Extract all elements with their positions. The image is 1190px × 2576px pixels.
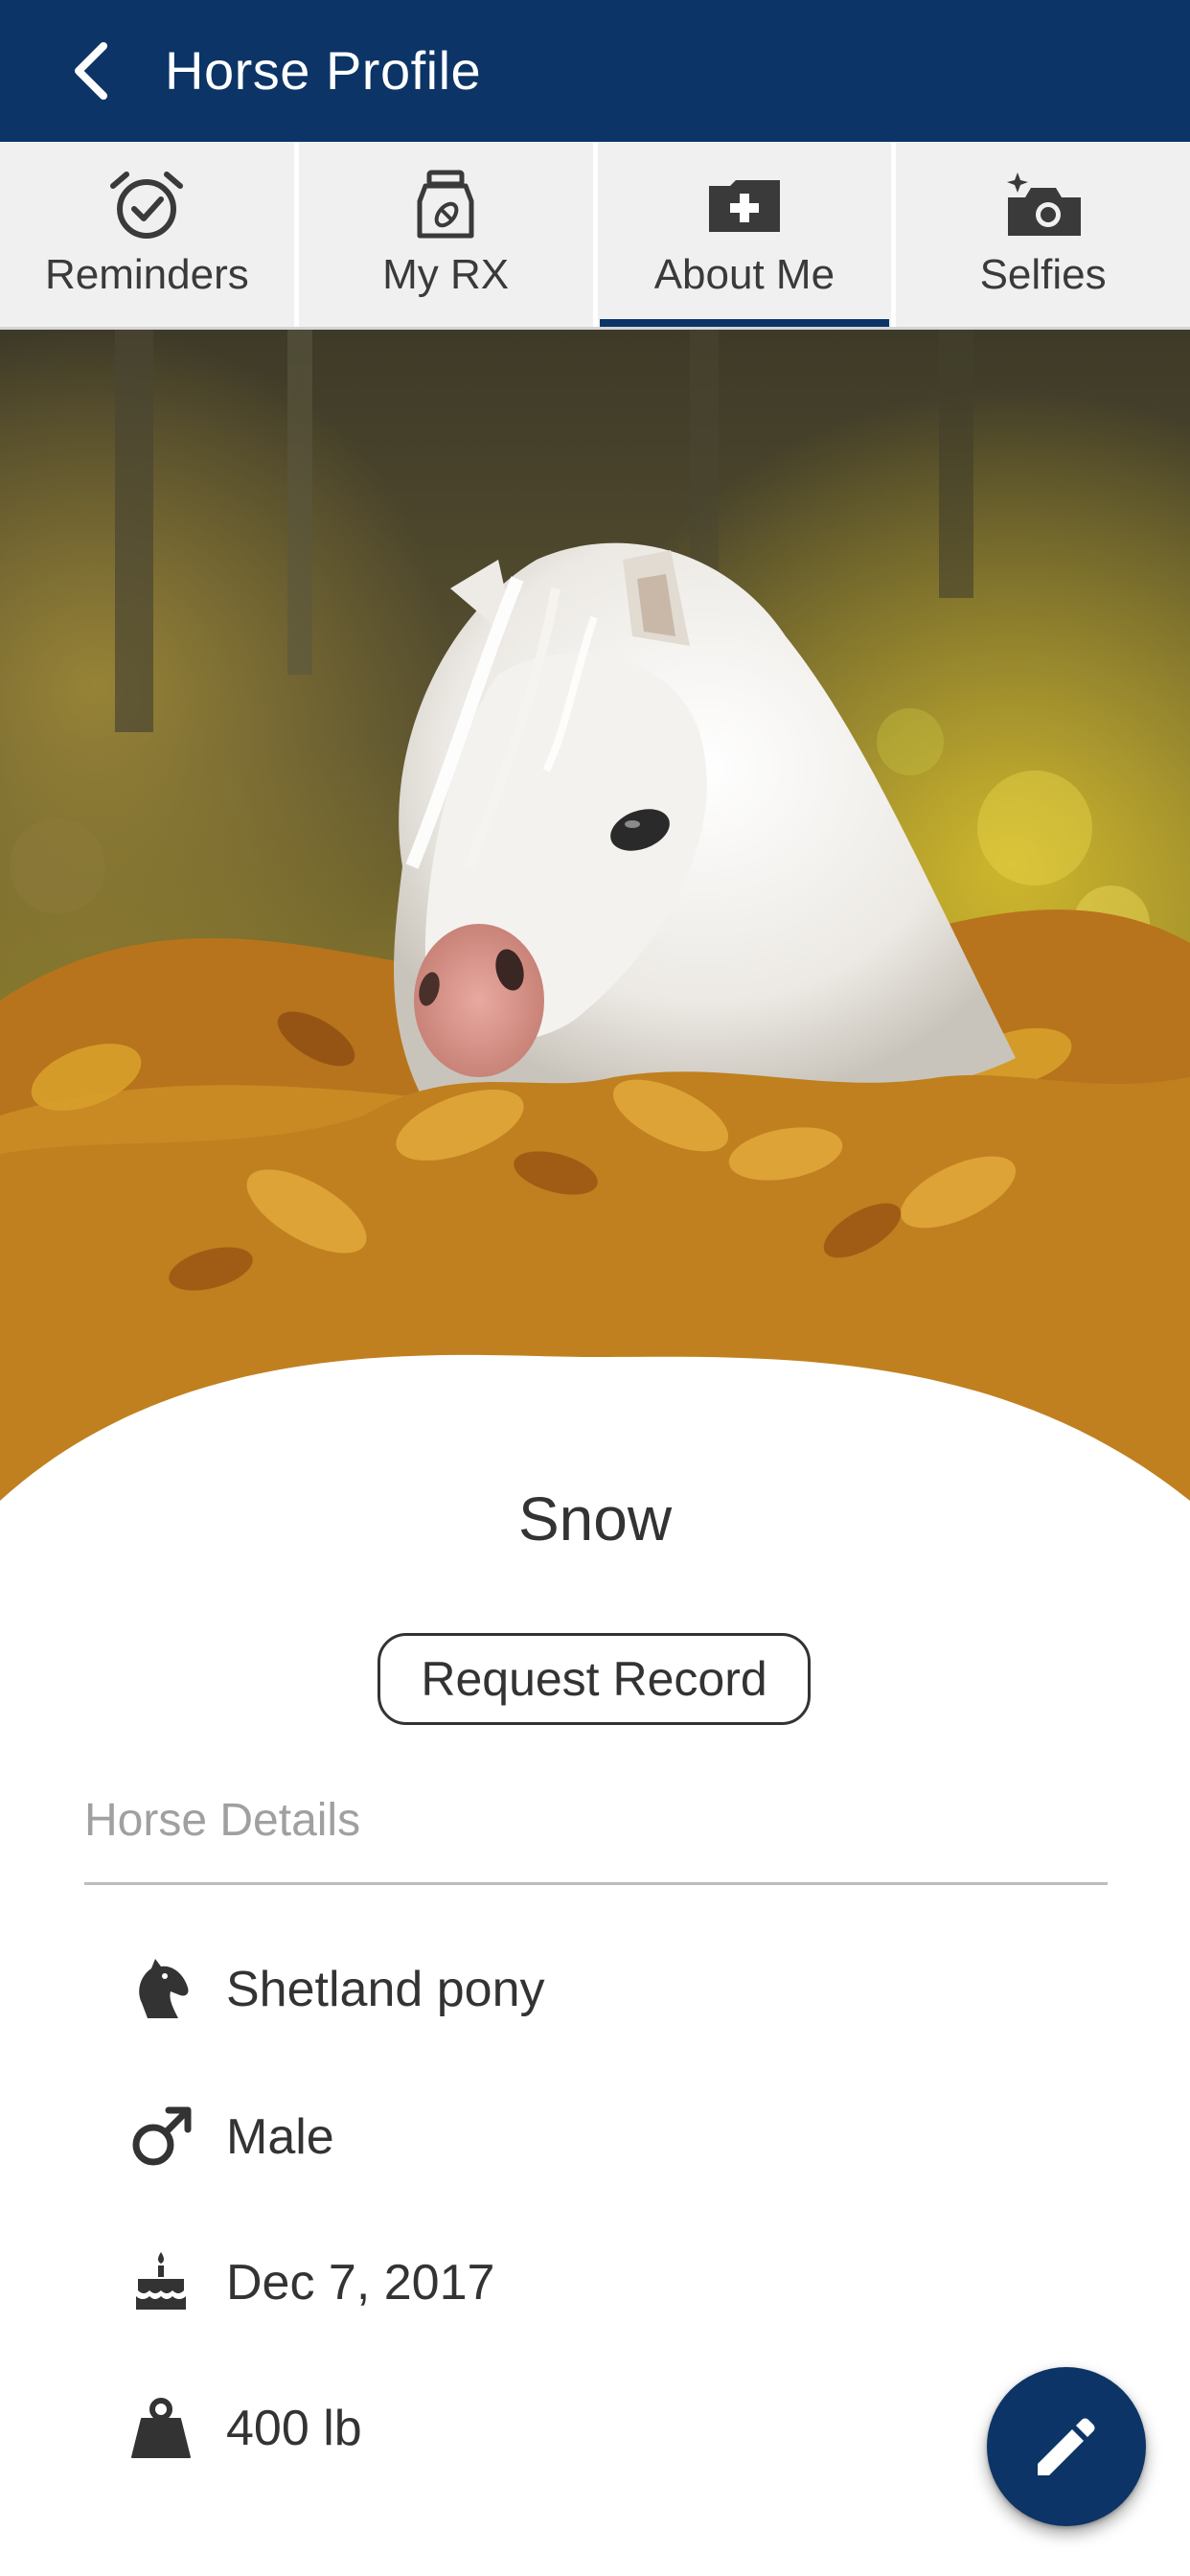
section-divider (84, 1882, 1108, 1885)
alarm-check-icon (103, 169, 190, 242)
tab-label: About Me (653, 251, 835, 298)
detail-row-weight: 400 lb (125, 2390, 362, 2467)
tab-label: My RX (382, 251, 510, 298)
tab-about-me[interactable]: About Me (592, 142, 892, 327)
birthdate-value: Dec 7, 2017 (226, 2255, 495, 2311)
detail-row-breed: Shetland pony (125, 1951, 545, 2028)
horse-head-icon (125, 1953, 197, 2026)
back-button[interactable] (56, 36, 125, 105)
section-header-horse-details: Horse Details (84, 1795, 361, 1846)
horse-photo (0, 330, 1190, 1518)
tab-my-rx[interactable]: My RX (293, 142, 593, 327)
medical-folder-icon (701, 169, 788, 242)
breed-value: Shetland pony (226, 1962, 545, 2017)
tab-reminders[interactable]: Reminders (0, 142, 294, 327)
weight-value: 400 lb (226, 2401, 362, 2456)
detail-row-birthday: Dec 7, 2017 (125, 2244, 494, 2321)
birthday-cake-icon (125, 2246, 197, 2319)
app-bar: Horse Profile (0, 0, 1190, 142)
page-title: Horse Profile (165, 40, 482, 101)
detail-row-gender: Male (125, 2099, 334, 2175)
tab-selfies[interactable]: Selfies (891, 142, 1190, 327)
horse-name: Snow (517, 1484, 673, 1553)
request-record-button[interactable]: Request Record (378, 1633, 811, 1725)
camera-sparkle-icon (1000, 169, 1087, 242)
pencil-edit-icon (1038, 2418, 1095, 2475)
gender-value: Male (226, 2109, 334, 2165)
weight-icon (125, 2392, 197, 2465)
tab-label: Reminders (45, 251, 249, 298)
tab-bar: Reminders My RX About Me Selfies (0, 142, 1190, 330)
chevron-left-icon (75, 42, 107, 100)
edit-button[interactable] (987, 2367, 1146, 2526)
medicine-bottle-icon (402, 169, 489, 242)
tab-label: Selfies (979, 251, 1107, 298)
male-symbol-icon (125, 2101, 197, 2174)
